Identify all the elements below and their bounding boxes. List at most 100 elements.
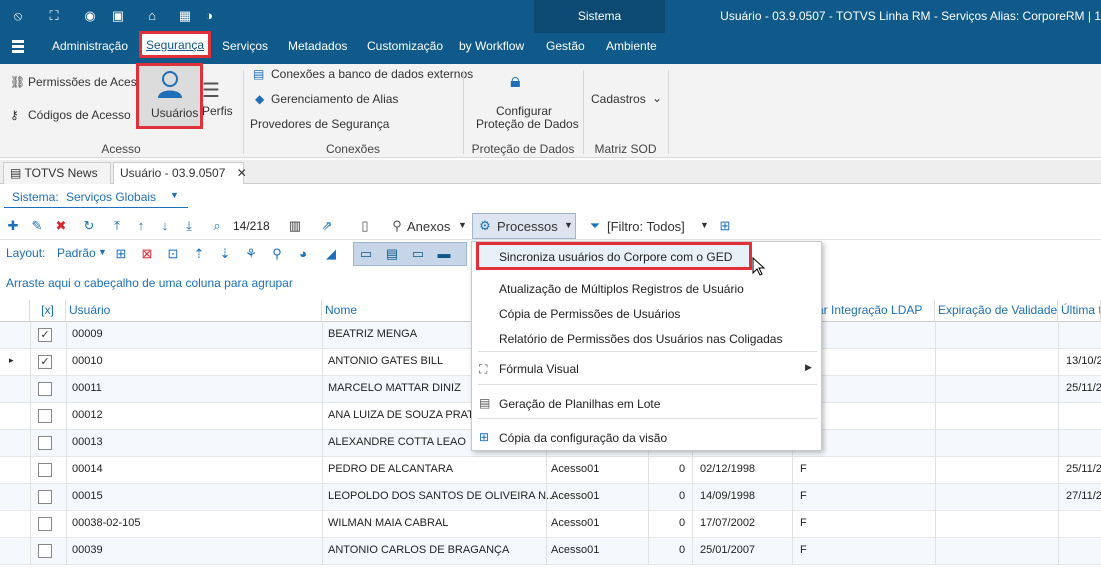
row-checkbox[interactable] [38,517,52,531]
menu-seguranca[interactable]: Segurança [139,31,211,58]
layout-arrow-icon[interactable]: ▼ [98,247,107,257]
layout-select[interactable]: Padrão [57,246,96,260]
menu-servicos[interactable]: Serviços [222,39,268,53]
previous-record-icon[interactable]: ↑ [132,217,150,235]
remove-column-icon[interactable]: ⊠ [138,245,156,263]
view-mode-4-icon[interactable]: ▬ [435,245,453,263]
column-divider [648,538,649,565]
row-checkbox[interactable] [38,409,52,423]
export-icon[interactable]: ⇗ [318,217,336,235]
row-checkbox[interactable] [38,382,52,396]
menu-ambiente[interactable]: Ambiente [606,39,657,53]
nome-header[interactable]: Nome [322,300,472,322]
anexos-arrow-icon[interactable]: ▼ [458,220,467,230]
filtro-arrow-icon[interactable]: ▼ [700,220,709,230]
configurar-label-1[interactable]: Configurar [496,104,552,118]
search-icon[interactable]: ⌕ [208,217,226,235]
home-icon[interactable]: ⌂ [142,7,162,25]
perfis-button[interactable]: Perfis [202,104,233,118]
group-hint[interactable]: Arraste aqui o cabeçalho de uma coluna p… [6,276,293,290]
menu-formula-visual[interactable]: Fórmula Visual [499,362,579,376]
cadastros-button[interactable]: Cadastros [591,92,646,106]
view-mode-1-icon[interactable]: ▭ [357,245,375,263]
row-checkbox[interactable]: ✓ [38,328,52,342]
row-checkbox[interactable] [38,436,52,450]
view-mode-3-icon[interactable]: ▭ [409,245,427,263]
refresh-icon[interactable]: ↻ [80,217,98,235]
next-record-icon[interactable]: ↓ [156,217,174,235]
upload-layout-icon[interactable]: ⇡ [190,245,208,263]
eye-icon[interactable]: ◉ [80,7,100,25]
ultima-header[interactable]: Última te [1058,300,1101,322]
usuarios-button[interactable]: Usuários [136,63,203,129]
conexoes-externos-button[interactable]: Conexões a banco de dados externos [271,67,473,81]
column-divider [322,403,323,430]
ldap-header[interactable]: ar Integração LDAP [814,300,935,322]
add-icon[interactable]: ✚ [4,217,22,235]
row-checkbox[interactable] [38,490,52,504]
close-icon[interactable]: ✕ [237,166,247,180]
usuario-header[interactable]: Usuário [66,300,322,322]
check-header[interactable]: [x] [30,300,66,322]
codigos-acesso-button[interactable]: Códigos de Acesso [28,108,131,122]
menu-geracao-planilhas[interactable]: Geração de Planilhas em Lote [499,397,660,411]
configurar-label-2[interactable]: Proteção de Dados [476,117,579,131]
table-row[interactable]: 00038-02-105 WILMAN MAIA CABRAL Acesso01 0 1… [0,511,1101,538]
dropdown-arrow-icon[interactable]: ▼ [170,190,179,200]
anexos-button[interactable]: Anexos [407,219,450,234]
hamburger-icon[interactable] [12,39,26,55]
menu-workflow[interactable]: by Workflow [459,39,524,53]
add-column-icon[interactable]: ⊞ [112,245,130,263]
processos-button[interactable]: Processos [497,219,558,234]
book-icon[interactable]: ⊞ [716,217,734,235]
org-chart-icon[interactable]: ⛶ [44,7,64,25]
permissoes-acesso-button[interactable]: Permissões de Acesso [28,75,149,89]
paint-icon[interactable]: ⚘ [242,245,260,263]
cell-acesso: Acesso01 [551,544,600,556]
last-record-icon[interactable]: ⤓ [180,217,198,235]
menu-copia-permissoes[interactable]: Cópia de Permissões de Usuários [499,307,680,321]
first-record-icon[interactable]: ⤒ [108,217,126,235]
row-checkbox[interactable] [38,463,52,477]
expiracao-header[interactable]: Expiração de Validade [935,300,1058,322]
menu-sincroniza-ged[interactable]: Sincroniza usuários do Corpore com o GED [476,242,752,270]
globe-icon[interactable]: ◑ [199,7,219,25]
totvs-logo-icon[interactable]: ⦸ [8,7,28,25]
palette-icon[interactable]: ◕ [294,245,312,263]
chevron-down-icon[interactable]: ⌄ [652,91,662,105]
pin-icon[interactable]: ⚲ [268,245,286,263]
row-checkbox[interactable]: ✓ [38,355,52,369]
row-checkbox[interactable] [38,544,52,558]
column-divider [935,349,936,376]
delete-icon[interactable]: ✖ [52,217,70,235]
provedores-button[interactable]: Provedores de Segurança [250,117,389,131]
sistema-value[interactable]: Serviços Globais [66,190,156,204]
table-row[interactable]: 00015 LEOPOLDO DOS SANTOS DE OLIVEIRA N..… [0,484,1101,511]
cell-ultima: 13/10/2 [1066,355,1101,367]
download-layout-icon[interactable]: ⇣ [216,245,234,263]
save-layout-icon[interactable]: ⊡ [164,245,182,263]
grid-icon[interactable]: ▦ [175,7,195,25]
chart-icon[interactable]: ◢ [322,245,340,263]
processos-arrow-icon[interactable]: ▼ [564,220,573,230]
table-row[interactable]: 00039 ANTONIO CARLOS DE BRAGANÇA Acesso01 0… [0,538,1101,565]
tab-totvs-news[interactable]: ▤ TOTVS News [3,162,111,184]
view-mode-2-icon[interactable]: ▤ [383,245,401,263]
view-icon[interactable]: ▥ [286,217,304,235]
filtro-button[interactable]: [Filtro: Todos] [607,219,685,234]
edit-icon[interactable]: ✎ [28,217,46,235]
menu-relatorio-permissoes[interactable]: Relatório de Permissões dos Usuários nas… [499,332,782,346]
window-icon[interactable]: ▣ [108,7,128,25]
menu-copia-configuracao[interactable]: Cópia da configuração da visão [499,431,667,445]
tab-usuario[interactable]: Usuário - 03.9.0507 ✕ [113,162,247,184]
gerenciamento-alias-button[interactable]: Gerenciamento de Alias [271,92,398,106]
menu-customizacao[interactable]: Customização [367,39,443,53]
table-row[interactable]: 00014 PEDRO DE ALCANTARA Acesso01 0 02/12/19… [0,457,1101,484]
menu-gestao[interactable]: Gestão [546,39,585,53]
menu-administracao[interactable]: Administração [52,39,128,53]
menu-metadados[interactable]: Metadados [288,39,347,53]
document-icon[interactable]: ▯ [356,217,374,235]
processos-menu: Atualização de Múltiplos Registros de Us… [471,241,822,451]
column-divider [66,538,67,565]
menu-atualizacao[interactable]: Atualização de Múltiplos Registros de Us… [499,282,744,296]
